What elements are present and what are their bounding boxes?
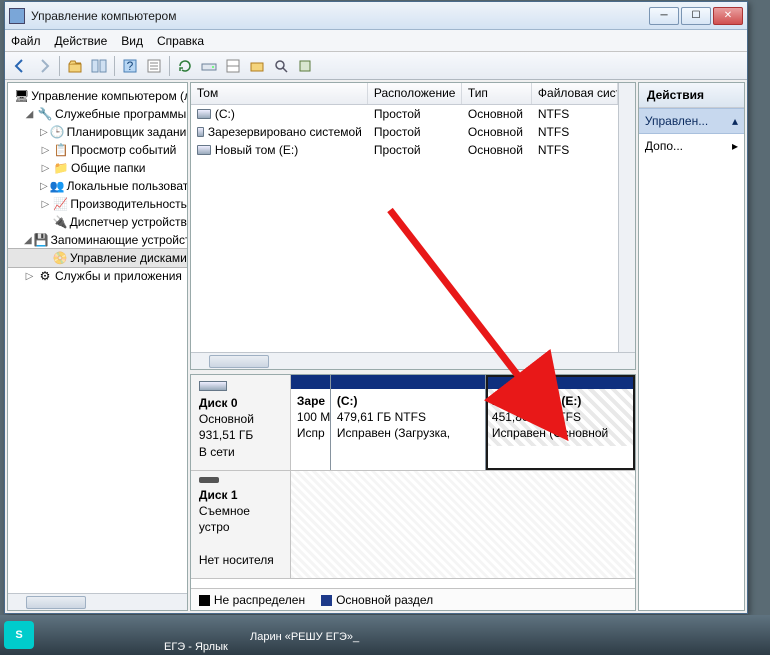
app-window: Управление компьютером ─ ☐ ✕ Файл Действ… [4, 1, 748, 614]
legend-unalloc-swatch [199, 595, 210, 606]
menu-view[interactable]: Вид [121, 34, 143, 48]
volume-row[interactable]: Новый том (E:) Простой Основной NTFS [191, 141, 618, 159]
tree-services-apps[interactable]: ▷⚙Службы и приложения [8, 267, 187, 285]
tree-hscrollbar[interactable] [8, 593, 187, 610]
legend: Не распределен Основной раздел [191, 588, 635, 610]
help-button[interactable]: ? [119, 55, 141, 77]
removable-icon [199, 477, 219, 483]
volume-list-vscrollbar[interactable] [618, 83, 635, 369]
refresh-button[interactable] [174, 55, 196, 77]
volume-icon [197, 127, 204, 137]
volume-list[interactable]: Том Расположение Тип Файловая сист (C:) … [190, 82, 636, 370]
taskbar-label-2[interactable]: Ларин «РЕШУ ЕГЭ»_ [250, 631, 359, 643]
find-icon[interactable] [270, 55, 292, 77]
nav-back-button[interactable] [9, 55, 31, 77]
volume-row[interactable]: (C:) Простой Основной NTFS [191, 105, 618, 123]
chevron-right-icon: ▸ [732, 139, 738, 153]
tree-system-tools[interactable]: ◢🔧Служебные программы [8, 105, 187, 123]
tree-root-label: Управление компьютером (л [31, 89, 188, 103]
volume-list-header: Том Расположение Тип Файловая сист [191, 83, 618, 105]
close-button[interactable]: ✕ [713, 7, 743, 25]
disk1-header[interactable]: Диск 1 Съемное устро Нет носителя [191, 471, 291, 578]
nav-tree[interactable]: 🖥Управление компьютером (л ◢🔧Служебные п… [7, 82, 188, 611]
properties-button[interactable] [143, 55, 165, 77]
minimize-button[interactable]: ─ [649, 7, 679, 25]
volume-icon [197, 145, 211, 155]
partition-e-selected[interactable]: Новый том (E:) 451,80 ГБ NTFS Исправен (… [486, 375, 635, 470]
disk-map: Диск 0 Основной 931,51 ГБ В сети Заре 10… [190, 374, 636, 611]
tree-root[interactable]: 🖥Управление компьютером (л [8, 87, 187, 105]
volume-list-hscrollbar[interactable] [191, 352, 635, 369]
disk1-nomedia[interactable] [291, 471, 635, 578]
col-type[interactable]: Тип [462, 83, 532, 104]
tree-event-viewer[interactable]: ▷📋Просмотр событий [8, 141, 187, 159]
partition-c[interactable]: (C:) 479,61 ГБ NTFS Исправен (Загрузка, [331, 375, 486, 470]
app-icon [9, 8, 25, 24]
toolbar: ? [5, 52, 747, 80]
tree-device-manager[interactable]: 🔌Диспетчер устройств [8, 213, 187, 231]
toolbar-separator [114, 56, 115, 76]
disk0-header[interactable]: Диск 0 Основной 931,51 ГБ В сети [191, 375, 291, 470]
volume-row[interactable]: Зарезервировано системой Простой Основно… [191, 123, 618, 141]
actions-item-manage[interactable]: Управлен...▴ [639, 108, 744, 134]
tree-shared-folders[interactable]: ▷📁Общие папки [8, 159, 187, 177]
settings-icon[interactable] [294, 55, 316, 77]
rescan-disks-button[interactable] [198, 55, 220, 77]
menu-file[interactable]: Файл [11, 34, 41, 48]
col-volume[interactable]: Том [191, 83, 368, 104]
volume-icon [197, 109, 211, 119]
actions-pane: Действия Управлен...▴ Допо...▸ [638, 82, 745, 611]
tree-disk-management[interactable]: 📀Управление дисками [8, 249, 187, 267]
toolbar-separator [59, 56, 60, 76]
desktop-taskbar: S ЕГЭ - Ярлык Ларин «РЕШУ ЕГЭ»_ [0, 615, 770, 655]
col-layout[interactable]: Расположение [368, 83, 462, 104]
up-button[interactable] [64, 55, 86, 77]
tree-task-scheduler[interactable]: ▷🕒Планировщик заданий [8, 123, 187, 141]
partition-system-reserved[interactable]: Заре 100 М Испр [291, 375, 331, 470]
nav-forward-button[interactable] [33, 55, 55, 77]
scroll-thumb[interactable] [209, 355, 269, 368]
taskbar-app-icon[interactable]: S [4, 621, 34, 649]
maximize-button[interactable]: ☐ [681, 7, 711, 25]
disk-icon [199, 381, 227, 391]
dropdown-icon: ▴ [732, 114, 738, 128]
actions-header: Действия [639, 83, 744, 108]
folder-icon[interactable] [246, 55, 268, 77]
col-filesystem[interactable]: Файловая сист [532, 83, 618, 104]
taskbar-label-1[interactable]: ЕГЭ - Ярлык [164, 641, 228, 653]
disk0-row: Диск 0 Основной 931,51 ГБ В сети Заре 10… [191, 375, 635, 471]
svg-text:?: ? [127, 59, 134, 73]
menubar: Файл Действие Вид Справка [5, 30, 747, 52]
menu-help[interactable]: Справка [157, 34, 204, 48]
menu-action[interactable]: Действие [55, 34, 108, 48]
tree-performance[interactable]: ▷📈Производительность [8, 195, 187, 213]
titlebar[interactable]: Управление компьютером ─ ☐ ✕ [5, 2, 747, 30]
show-hide-tree-button[interactable] [88, 55, 110, 77]
legend-primary-swatch [321, 595, 332, 606]
window-title: Управление компьютером [31, 9, 649, 23]
scroll-thumb[interactable] [26, 596, 86, 609]
tree-local-users[interactable]: ▷👥Локальные пользоват [8, 177, 187, 195]
toolbar-separator [169, 56, 170, 76]
list-icon[interactable] [222, 55, 244, 77]
disk1-row: Диск 1 Съемное устро Нет носителя [191, 471, 635, 579]
tree-storage[interactable]: ◢💾Запоминающие устройст [8, 231, 187, 249]
actions-item-more[interactable]: Допо...▸ [639, 134, 744, 158]
